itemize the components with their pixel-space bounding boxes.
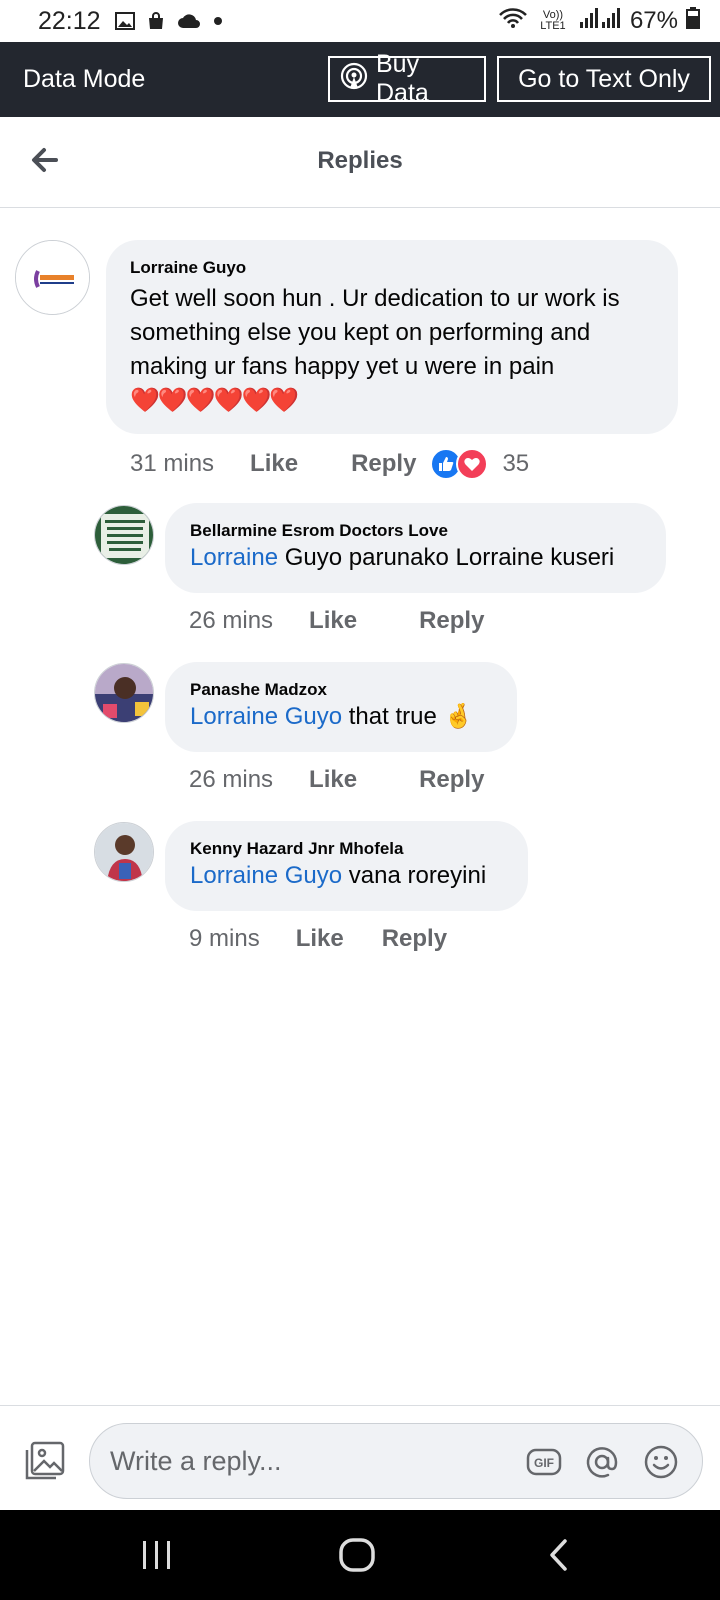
recent-apps-icon[interactable] — [140, 1538, 174, 1577]
reply-time: 9 mins — [189, 925, 260, 952]
reply-body: Guyo parunako Lorraine kuseri — [278, 544, 615, 571]
home-icon[interactable] — [338, 1538, 376, 1577]
reply-body: vana roreyini — [342, 862, 487, 889]
reply-bubble: Bellarmine Esrom Doctors Love Lorraine G… — [165, 503, 666, 593]
replies-header: Replies — [0, 117, 720, 208]
reply-time: 26 mins — [189, 607, 274, 634]
buy-data-button[interactable]: Buy Data — [328, 50, 486, 107]
avatar[interactable] — [94, 822, 154, 882]
mention-icon[interactable] — [584, 1444, 620, 1480]
data-mode-bar: Data Mode Buy Data Go to Text Only — [0, 42, 720, 117]
photo-icon[interactable] — [24, 1440, 66, 1482]
cloud-icon — [177, 13, 201, 29]
avatar[interactable] — [15, 240, 90, 315]
avatar[interactable] — [94, 505, 154, 565]
reply-actions: 9 mins Like Reply — [189, 925, 447, 953]
buy-data-label: Buy Data — [376, 50, 429, 107]
battery-icon — [686, 6, 700, 36]
network-label: Vo)) LTE1 — [540, 9, 566, 32]
page-title: Replies — [317, 147, 403, 174]
reply-body: that true 🤞 — [342, 703, 474, 730]
reply-placeholder: Write a reply... — [110, 1446, 282, 1476]
reply-button[interactable]: Reply — [351, 450, 416, 478]
like-button[interactable]: Like — [250, 450, 298, 478]
mention-link[interactable]: Lorraine Guyo — [190, 862, 342, 889]
reply-text: Lorraine Guyo vana roreyini — [190, 859, 508, 893]
comment-author[interactable]: Lorraine Guyo — [130, 258, 658, 278]
reply-actions: 26 mins Like Reply — [189, 766, 484, 794]
reaction-count: 35 — [502, 450, 530, 477]
mention-link[interactable]: Lorraine Guyo — [190, 703, 342, 730]
text-only-label: Go to Text Only — [518, 64, 690, 93]
reply-bubble: Panashe Madzox Lorraine Guyo that true 🤞 — [165, 662, 517, 752]
reply-button[interactable]: Reply — [419, 607, 484, 635]
like-button[interactable]: Like — [309, 766, 357, 794]
gif-icon[interactable]: GIF — [526, 1444, 562, 1480]
battery-percent: 67% — [629, 7, 678, 34]
reply-author[interactable]: Bellarmine Esrom Doctors Love — [190, 521, 646, 541]
signal-icon — [578, 7, 622, 35]
comment-bubble: Lorraine Guyo Get well soon hun . Ur ded… — [106, 240, 678, 434]
reply-composer: Write a reply... GIF — [0, 1405, 720, 1510]
data-mode-title: Data Mode — [23, 65, 146, 93]
back-icon[interactable] — [546, 1538, 570, 1577]
reply-text: Lorraine Guyo that true 🤞 — [190, 700, 497, 734]
reply-actions: 26 mins Like Reply — [189, 607, 484, 635]
comment-time: 31 mins — [130, 450, 215, 477]
like-button[interactable]: Like — [296, 925, 344, 953]
reply-button[interactable]: Reply — [382, 925, 447, 953]
gallery-icon — [114, 12, 135, 30]
reply-time: 26 mins — [189, 766, 274, 793]
text-only-button[interactable]: Go to Text Only — [497, 56, 711, 102]
like-button[interactable]: Like — [309, 607, 357, 635]
reply-author[interactable]: Kenny Hazard Jnr Mhofela — [190, 839, 508, 859]
comment-text: Get well soon hun . Ur dedication to ur … — [130, 285, 620, 380]
reply-bubble: Kenny Hazard Jnr Mhofela Lorraine Guyo v… — [165, 821, 528, 911]
reply-input[interactable]: Write a reply... GIF — [89, 1423, 703, 1499]
status-time: 22:12 — [38, 6, 101, 35]
reactions[interactable]: 35 — [430, 448, 529, 480]
status-bar: 22:12 Vo)) LTE1 67% — [0, 0, 720, 42]
broadcast-icon — [340, 62, 376, 97]
reply-button[interactable]: Reply — [419, 766, 484, 794]
emoji-icon[interactable] — [643, 1444, 679, 1480]
comment-actions: 31 mins Like Reply 35 — [130, 448, 529, 480]
comment-emoji: ❤️❤️❤️❤️❤️❤️ — [130, 387, 299, 414]
gif-label: GIF — [534, 1456, 554, 1470]
reply-author[interactable]: Panashe Madzox — [190, 680, 497, 700]
love-icon — [456, 448, 489, 480]
wifi-icon — [498, 7, 528, 36]
system-nav-bar — [0, 1510, 720, 1600]
notification-dot-icon — [213, 16, 223, 26]
avatar[interactable] — [94, 663, 154, 723]
shopping-bag-icon — [147, 12, 165, 30]
reply-text: Lorraine Guyo parunako Lorraine kuseri — [190, 541, 646, 575]
mention-link[interactable]: Lorraine — [190, 544, 278, 571]
